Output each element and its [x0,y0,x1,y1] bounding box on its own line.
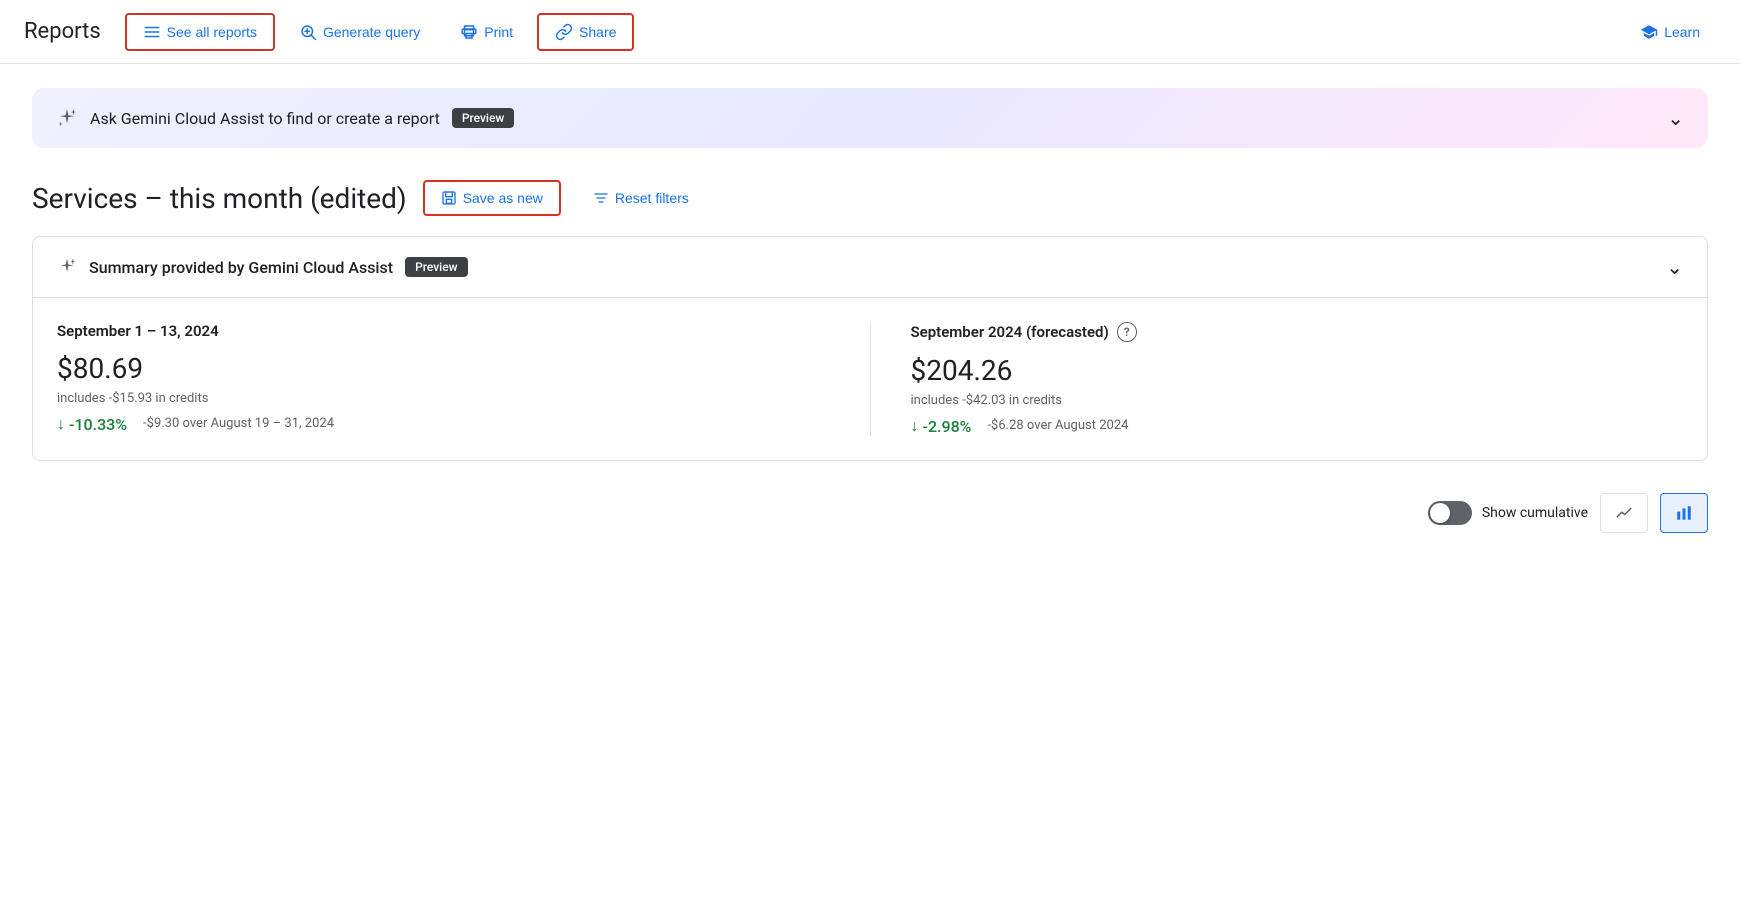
share-button[interactable]: Share [537,13,634,51]
report-header: Services – this month (edited) Save as n… [32,180,1708,216]
change-pct-value-1: -10.33% [69,415,127,434]
summary-change-pct-2: ↓ -2.98% [911,416,972,436]
bar-chart-icon [1675,504,1693,522]
summary-card-title: Summary provided by Gemini Cloud Assist [89,258,393,277]
summary-credits-1: includes -$15.93 in credits [57,391,830,406]
summary-card-header-content: Summary provided by Gemini Cloud Assist … [57,257,468,277]
show-cumulative-container: Show cumulative [1428,501,1588,525]
learn-button[interactable]: Learn [1624,15,1716,49]
print-icon [460,23,478,41]
show-cumulative-toggle[interactable] [1428,501,1472,525]
line-chart-button[interactable] [1600,493,1648,533]
down-arrow-icon-2: ↓ [911,416,919,436]
summary-card-chevron[interactable]: ⌄ [1666,255,1683,279]
summary-card-badge: Preview [405,257,468,277]
gemini-banner-badge: Preview [452,108,515,128]
help-icon[interactable]: ? [1117,322,1137,342]
change-detail-text-2: -$6.28 over August 2024 [987,418,1128,433]
search-query-icon [299,23,317,41]
summary-change-row-2: ↓ -2.98% -$6.28 over August 2024 [911,416,1684,436]
summary-section-2: September 2024 (forecasted) ? $204.26 in… [870,322,1684,436]
summary-period-2-text: September 2024 (forecasted) [911,323,1109,341]
line-chart-icon [1615,504,1633,522]
toggle-thumb [1430,503,1450,523]
generate-query-button[interactable]: Generate query [283,15,436,49]
share-label: Share [579,24,616,40]
share-icon [555,23,573,41]
summary-change-detail-2: -$6.28 over August 2024 [987,416,1128,433]
summary-change-pct-1: ↓ -10.33% [57,414,127,434]
summary-card-body: September 1 – 13, 2024 $80.69 includes -… [33,298,1707,460]
print-label: Print [484,24,513,40]
summary-section-1: September 1 – 13, 2024 $80.69 includes -… [57,322,870,436]
see-all-reports-label: See all reports [167,24,257,40]
change-pct-value-2: -2.98% [923,417,972,436]
summary-amount-1: $80.69 [57,352,830,385]
summary-period-2: September 2024 (forecasted) ? [911,322,1684,342]
page-title: Reports [24,19,101,44]
main-content: Ask Gemini Cloud Assist to find or creat… [0,64,1740,565]
down-arrow-icon-1: ↓ [57,414,65,434]
learn-label: Learn [1664,24,1700,40]
reset-filters-button[interactable]: Reset filters [577,182,705,214]
report-title: Services – this month (edited) [32,182,407,215]
summary-card: Summary provided by Gemini Cloud Assist … [32,236,1708,461]
top-nav: Reports See all reports Generate query P… [0,0,1740,64]
list-icon [143,23,161,41]
save-icon [441,190,457,206]
gemini-banner-content: Ask Gemini Cloud Assist to find or creat… [56,107,514,129]
gemini-sparkle-icon [56,107,78,129]
change-detail-text-1: -$9.30 over August 19 – 31, 2024 [143,416,334,431]
learn-icon [1640,23,1658,41]
save-as-new-button[interactable]: Save as new [423,180,561,216]
bottom-controls: Show cumulative [32,485,1708,541]
print-button[interactable]: Print [444,15,529,49]
reset-filters-label: Reset filters [615,190,689,206]
summary-credits-2: includes -$42.03 in credits [911,393,1684,408]
summary-change-detail-1: -$9.30 over August 19 – 31, 2024 [143,414,334,431]
filter-icon [593,190,609,206]
summary-card-header[interactable]: Summary provided by Gemini Cloud Assist … [33,237,1707,298]
gemini-sparkle-icon-2 [57,257,77,277]
gemini-banner-text: Ask Gemini Cloud Assist to find or creat… [90,109,440,128]
summary-period-1: September 1 – 13, 2024 [57,322,830,340]
summary-change-row-1: ↓ -10.33% -$9.30 over August 19 – 31, 20… [57,414,830,434]
bar-chart-button[interactable] [1660,493,1708,533]
see-all-reports-button[interactable]: See all reports [125,13,275,51]
gemini-banner[interactable]: Ask Gemini Cloud Assist to find or creat… [32,88,1708,148]
gemini-banner-chevron[interactable]: ⌄ [1667,106,1684,130]
summary-amount-2: $204.26 [911,354,1684,387]
generate-query-label: Generate query [323,24,420,40]
show-cumulative-label: Show cumulative [1482,505,1588,521]
save-as-new-label: Save as new [463,190,543,206]
